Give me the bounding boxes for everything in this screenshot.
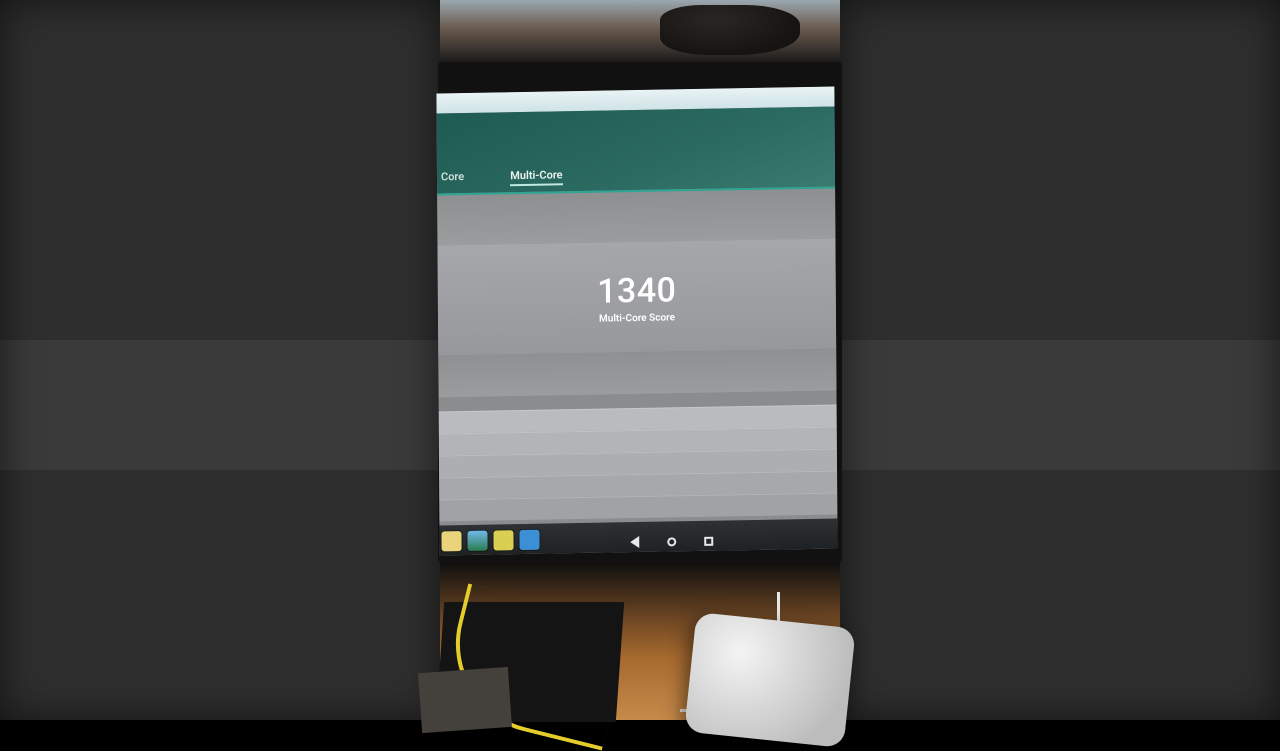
letterbox-right	[840, 0, 1280, 720]
settings-icon[interactable]	[519, 530, 539, 550]
recent-apps-button[interactable]	[704, 536, 713, 545]
score-panel: 1340 Multi-Core Score	[437, 239, 836, 356]
play-store-icon[interactable]	[493, 530, 513, 550]
tab-single-core[interactable]: Core	[441, 170, 464, 187]
app-header: Core Multi-Core	[437, 107, 836, 196]
section-spacer	[438, 349, 836, 398]
tab-bar: Core Multi-Core	[441, 168, 563, 187]
tab-multi-core[interactable]: Multi-Core	[510, 168, 563, 186]
small-box	[418, 667, 512, 733]
home-button[interactable]	[667, 537, 676, 546]
back-button[interactable]	[630, 536, 639, 548]
android-navbar	[630, 535, 713, 548]
device-screen: Core Multi-Core 1340 Multi-Core Score	[436, 87, 837, 556]
files-icon[interactable]	[441, 531, 461, 551]
screen-reflection	[440, 0, 840, 62]
multi-core-score-label: Multi-Core Score	[599, 312, 675, 324]
result-list[interactable]	[439, 405, 838, 522]
android-dock	[439, 519, 837, 556]
usb-hub	[684, 612, 856, 748]
gallery-icon[interactable]	[467, 531, 487, 551]
monitor-bezel: Core Multi-Core 1340 Multi-Core Score	[438, 62, 842, 562]
photo-center-column: Core Multi-Core 1340 Multi-Core Score	[440, 0, 840, 720]
multi-core-score-value: 1340	[597, 270, 677, 311]
desk-area	[440, 562, 840, 720]
letterbox-left	[0, 0, 440, 720]
section-spacer	[437, 189, 835, 246]
